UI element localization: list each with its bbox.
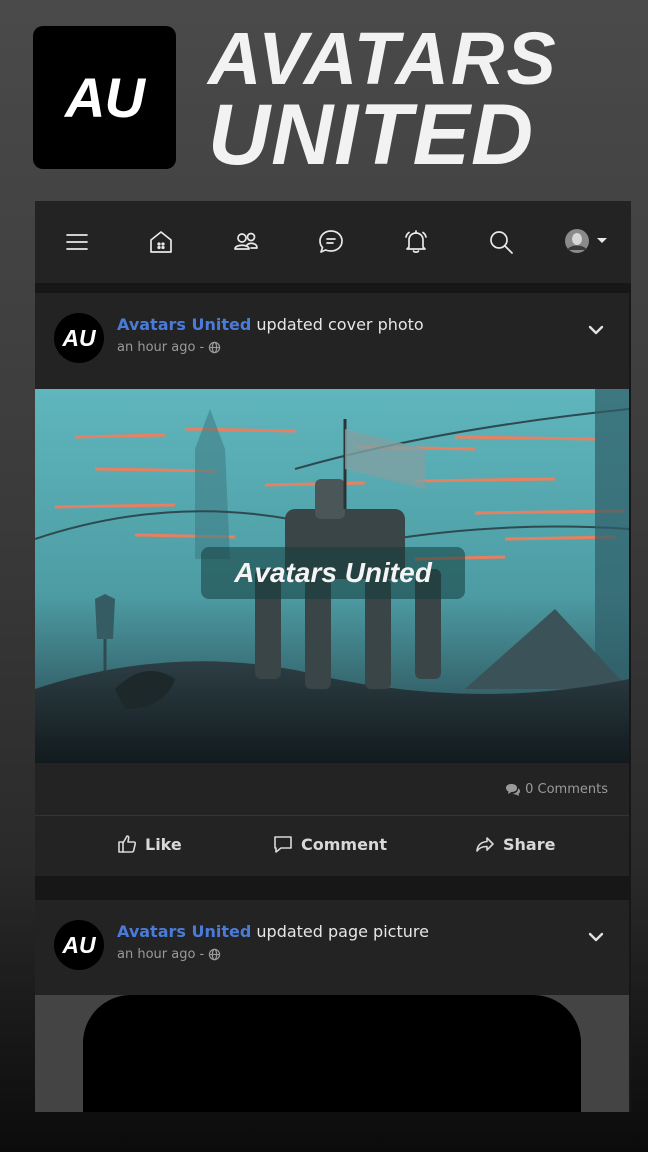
post-actions: Like Comment Share	[35, 816, 629, 876]
brand-line-1: AVATARS	[208, 17, 558, 100]
post-headline: Avatars United updated page picture	[117, 922, 429, 941]
post-time[interactable]: an hour ago -	[117, 947, 204, 962]
comment-button[interactable]: Comment	[273, 834, 387, 854]
comments-count[interactable]: 0 Comments	[505, 782, 608, 797]
comments-count-text: 0 Comments	[525, 782, 608, 797]
post-header: AU Avatars United updated page picture a…	[35, 900, 629, 995]
post-meta: an hour ago -	[117, 947, 221, 962]
brand-line-2: UNITED	[208, 87, 535, 183]
logo-badge[interactable]: AU	[33, 26, 176, 169]
avatar[interactable]: AU	[54, 313, 104, 363]
share-icon	[476, 837, 494, 852]
globe-icon	[209, 341, 221, 354]
like-button[interactable]: Like	[117, 834, 182, 854]
cover-photo[interactable]: Avatars United	[35, 389, 629, 763]
comments-icon	[506, 783, 521, 796]
thumbs-up-icon	[118, 835, 137, 853]
share-label: Share	[503, 834, 556, 854]
post-headline: Avatars United updated cover photo	[117, 315, 424, 334]
avatar-text: AU	[62, 931, 96, 958]
comment-icon	[274, 836, 292, 853]
top-navbar	[35, 201, 631, 283]
like-label: Like	[145, 834, 182, 854]
globe-icon	[209, 948, 221, 961]
post-stats: 0 Comments	[35, 763, 629, 816]
menu-icon[interactable]	[60, 226, 94, 258]
post-time[interactable]: an hour ago -	[117, 340, 204, 355]
post-options-chevron-icon[interactable]	[587, 928, 605, 946]
messages-icon[interactable]	[314, 226, 348, 258]
home-icon[interactable]	[144, 226, 178, 258]
page-picture[interactable]	[35, 995, 629, 1112]
page-picture-image	[83, 995, 581, 1112]
share-button[interactable]: Share	[475, 834, 555, 854]
search-icon[interactable]	[484, 226, 518, 258]
avatar-text: AU	[62, 324, 96, 351]
comment-label: Comment	[301, 834, 387, 854]
post-header: AU Avatars United updated cover photo an…	[35, 293, 629, 388]
brand-wordmark: AVATARS UNITED	[208, 17, 608, 183]
post-action-text: updated cover photo	[256, 315, 424, 334]
logo-text: AU	[65, 66, 145, 129]
post-card: AU Avatars United updated page picture a…	[35, 900, 629, 1112]
profile-avatar-dropdown[interactable]	[563, 226, 611, 258]
notifications-icon[interactable]	[399, 226, 433, 258]
avatar[interactable]: AU	[54, 920, 104, 970]
post-meta: an hour ago -	[117, 340, 221, 355]
post-options-chevron-icon[interactable]	[587, 321, 605, 339]
app-frame: AU Avatars United updated cover photo an…	[35, 201, 631, 1112]
cover-caption: Avatars United	[201, 547, 465, 599]
friends-icon[interactable]	[229, 226, 263, 258]
post-action-text: updated page picture	[256, 922, 429, 941]
author-link[interactable]: Avatars United	[117, 315, 251, 334]
author-link[interactable]: Avatars United	[117, 922, 251, 941]
post-card: AU Avatars United updated cover photo an…	[35, 293, 629, 876]
